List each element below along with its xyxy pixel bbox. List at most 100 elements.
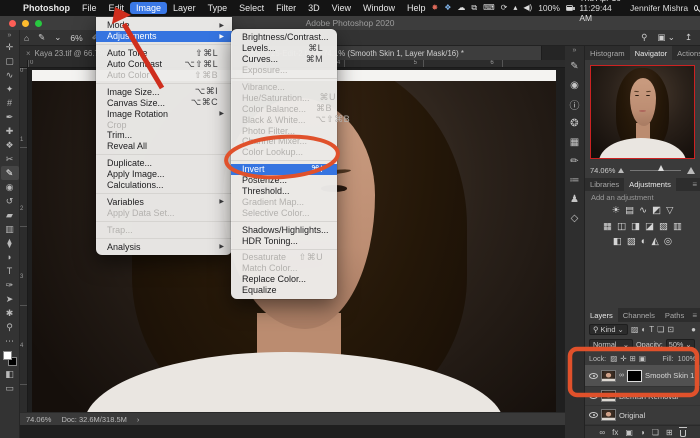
color-balance-icon[interactable]: ◫ bbox=[617, 220, 626, 233]
navigator-proxy-view[interactable] bbox=[590, 65, 695, 159]
adjustments-panel-menu-icon[interactable]: ≡ bbox=[692, 178, 700, 191]
tool-presets-panel-icon[interactable]: ✏ bbox=[566, 152, 584, 171]
panel-tab-libraries[interactable]: Libraries bbox=[585, 178, 624, 191]
menubar-view[interactable]: View bbox=[326, 2, 357, 14]
lock-position-icon[interactable]: ⊞ bbox=[630, 354, 636, 363]
navigator-zoom-value[interactable]: 74.06% bbox=[590, 166, 615, 175]
tab-close-icon[interactable]: × bbox=[26, 49, 31, 58]
new-adjustment-layer-icon[interactable]: ◑ bbox=[640, 428, 645, 437]
healing-brush-tool[interactable]: ❖ bbox=[1, 138, 19, 152]
hand-tool[interactable]: ✱ bbox=[1, 306, 19, 320]
vibrance-icon[interactable]: ▽ bbox=[666, 204, 673, 217]
threshold-icon[interactable]: ◐ bbox=[641, 235, 647, 248]
adjustments-menu-invert[interactable]: Invert ⌘I bbox=[231, 164, 337, 175]
photo-filter-icon[interactable]: ◪ bbox=[645, 220, 654, 233]
image-menu-analysis[interactable]: Analysis ▶ bbox=[96, 241, 232, 252]
color-lookup-icon[interactable]: ▥ bbox=[673, 220, 682, 233]
image-menu-apply-data-set[interactable]: Apply Data Set... bbox=[96, 207, 232, 218]
layer-mask-thumbnail[interactable] bbox=[626, 368, 643, 383]
workspace-icon[interactable]: ▣ ⌄ bbox=[657, 32, 675, 43]
lock-pixels-icon[interactable]: ✛ bbox=[620, 354, 626, 363]
menubar-filter[interactable]: Filter bbox=[270, 2, 302, 14]
blend-mode-dropdown[interactable]: Normal ⌄ bbox=[589, 339, 633, 350]
properties-panel-icon[interactable]: ≔ bbox=[566, 171, 584, 190]
eyedropper-tool[interactable]: ✒ bbox=[1, 110, 19, 124]
gradient-map-icon[interactable]: ◭ bbox=[652, 235, 659, 248]
menubar-file[interactable]: File bbox=[76, 2, 103, 14]
menu-bar-user[interactable]: Jennifer Mishra bbox=[630, 3, 688, 13]
chevron-down-icon[interactable]: ⌄ bbox=[54, 32, 61, 43]
image-menu-reveal-all[interactable]: Reveal All bbox=[96, 141, 232, 152]
image-menu-trap[interactable]: Trap... bbox=[96, 224, 232, 235]
layers-panel-menu-icon[interactable]: ≡ bbox=[692, 308, 700, 322]
selective-color-icon[interactable]: ◎ bbox=[664, 235, 672, 248]
spotlight-icon[interactable] bbox=[694, 5, 699, 11]
adjustments-menu-gradient-map[interactable]: Gradient Map... bbox=[231, 196, 337, 207]
color-panel-icon[interactable]: ❂ bbox=[566, 114, 584, 133]
history-brush-tool[interactable]: ↺ bbox=[1, 194, 19, 208]
black-white-icon[interactable]: ◨ bbox=[631, 220, 640, 233]
pen-tool[interactable]: ✑ bbox=[1, 278, 19, 292]
image-menu-crop[interactable]: Crop bbox=[96, 119, 232, 130]
menubar-photoshop[interactable]: Photoshop bbox=[17, 2, 76, 14]
panel-tab-actions[interactable]: Actions bbox=[672, 46, 700, 60]
color-swatches[interactable] bbox=[2, 351, 17, 366]
posterize-icon[interactable]: ▧ bbox=[627, 235, 636, 248]
adjustments-menu-selective-color[interactable]: Selective Color... bbox=[231, 207, 337, 218]
image-menu-calculations[interactable]: Calculations... bbox=[96, 180, 232, 191]
exposure-icon[interactable]: ◩ bbox=[652, 204, 661, 217]
delete-layer-icon[interactable] bbox=[678, 427, 687, 437]
toolbar-collapse-icon[interactable]: » bbox=[8, 31, 12, 40]
adjustments-menu-shadows-highlights[interactable]: Shadows/Highlights... bbox=[231, 224, 337, 235]
refresh-icon[interactable]: ⟳ bbox=[501, 4, 508, 12]
keyboard-icon[interactable]: ⌨ bbox=[483, 4, 495, 12]
zoom-slider-thumb[interactable] bbox=[658, 164, 665, 171]
image-menu-adjustments[interactable]: Adjustments ▶ bbox=[96, 30, 232, 42]
clone-stamp-tool[interactable]: ◉ bbox=[1, 180, 19, 194]
invert-icon[interactable]: ◧ bbox=[613, 235, 622, 248]
display-icon[interactable]: ⧉ bbox=[471, 4, 477, 12]
status-chevron-icon[interactable]: › bbox=[137, 415, 140, 424]
opacity-dropdown[interactable]: 50% ⌄ bbox=[665, 339, 695, 350]
panel-tab-adjustments[interactable]: Adjustments bbox=[624, 178, 676, 191]
zoom-in-icon[interactable] bbox=[687, 166, 695, 174]
spot-healing-tool[interactable]: ✚ bbox=[1, 124, 19, 138]
brush-preset-icon[interactable]: ✎ bbox=[38, 32, 45, 43]
panel-strip-collapse-icon[interactable]: » bbox=[573, 47, 577, 57]
type-tool[interactable]: T bbox=[1, 264, 19, 278]
layer-row-blemish-removal[interactable]: Blemish Removal bbox=[585, 387, 700, 406]
layer-filter-kind-dropdown[interactable]: ⚲ Kind ⌄ bbox=[589, 324, 628, 335]
eraser-tool[interactable]: ▰ bbox=[1, 208, 19, 222]
new-group-icon[interactable]: ❏ bbox=[652, 428, 659, 437]
wifi-icon[interactable]: ▴ bbox=[513, 4, 517, 12]
adjustments-menu-replace-color[interactable]: Replace Color... bbox=[231, 274, 337, 285]
battery-icon[interactable] bbox=[565, 5, 576, 11]
lasso-tool[interactable]: ∿ bbox=[1, 68, 19, 82]
filter-adjustment-icon[interactable]: ◐ bbox=[641, 325, 646, 334]
mask-link-icon[interactable]: ∞ bbox=[619, 372, 624, 379]
app-status-icon-1[interactable]: ✸ bbox=[432, 4, 439, 12]
adjustments-menu-threshold[interactable]: Threshold... bbox=[231, 186, 337, 197]
layer-effects-icon[interactable]: fx bbox=[612, 428, 618, 437]
link-layers-icon[interactable]: ∞ bbox=[599, 428, 605, 437]
image-menu-auto-tone[interactable]: Auto Tone ⇧⌘L bbox=[96, 48, 232, 59]
curves-icon[interactable]: ∿ bbox=[639, 204, 647, 217]
add-layer-mask-icon[interactable]: ▣ bbox=[625, 428, 633, 437]
image-menu-image-rotation[interactable]: Image Rotation ▶ bbox=[96, 108, 232, 119]
marquee-tool[interactable]: ▢ bbox=[1, 54, 19, 68]
crop-tool[interactable]: # bbox=[1, 96, 19, 110]
layer-row-original[interactable]: Original bbox=[585, 406, 700, 425]
zoom-tool[interactable]: ⚲ bbox=[1, 320, 19, 334]
panel-tab-navigator[interactable]: Navigator bbox=[629, 46, 673, 60]
brush-tool[interactable]: ✎ bbox=[0, 166, 19, 180]
levels-icon[interactable]: ▤ bbox=[625, 204, 634, 217]
image-menu-variables[interactable]: Variables ▶ bbox=[96, 196, 232, 207]
adjustments-menu-vibrance[interactable]: Vibrance... bbox=[231, 82, 337, 93]
layer-filter-toggle-icon[interactable]: ● bbox=[691, 325, 696, 334]
scissors-tool[interactable]: ✂ bbox=[1, 152, 19, 166]
layer-thumbnail[interactable] bbox=[601, 390, 616, 402]
layer-visibility-eye-icon[interactable] bbox=[589, 393, 598, 399]
path-selection-tool[interactable]: ➤ bbox=[1, 292, 19, 306]
adjustments-menu-curves[interactable]: Curves... ⌘M bbox=[231, 54, 337, 65]
dodge-tool[interactable]: ◗ bbox=[1, 250, 19, 264]
